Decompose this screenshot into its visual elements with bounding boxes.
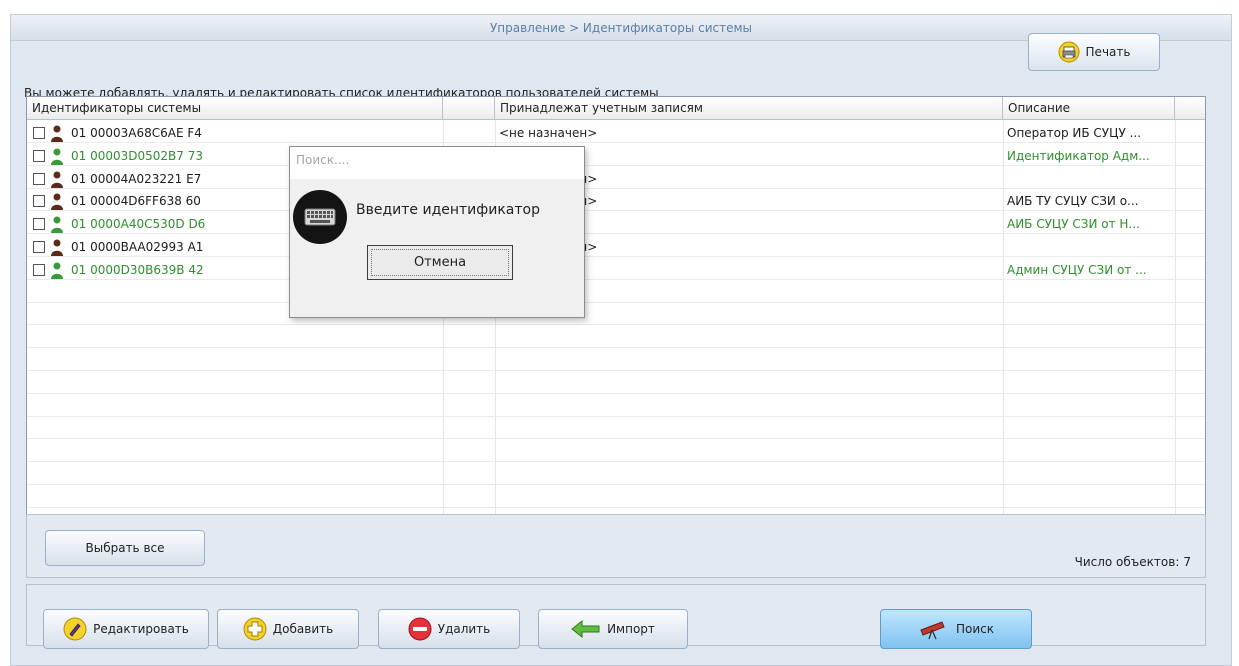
user-icon: [51, 171, 63, 188]
select-all-label: Выбрать все: [85, 541, 165, 555]
search-dialog: Поиск.... Введите идентификатор Отмена: [289, 146, 585, 318]
import-button[interactable]: Импорт: [538, 609, 688, 649]
row-gridline: [27, 484, 1205, 485]
search-dialog-message: Введите идентификатор: [356, 202, 540, 218]
add-button[interactable]: Добавить: [217, 609, 359, 649]
column-header-description[interactable]: Описание: [1003, 97, 1175, 120]
import-button-label: Импорт: [607, 622, 655, 636]
row-gridline: [27, 301, 1205, 303]
object-count-label: Число объектов:: [1074, 555, 1180, 569]
print-button[interactable]: Печать: [1028, 33, 1160, 71]
row-checkbox[interactable]: [33, 127, 45, 139]
selection-panel: Выбрать все Число объектов: 7: [26, 514, 1206, 578]
object-count: Число объектов: 7: [1071, 555, 1191, 569]
minus-icon: [408, 617, 432, 641]
arrow-left-icon: [571, 619, 600, 639]
row-gridline: [27, 392, 1205, 394]
description-cell: АИБ СУЦУ СЗИ от Н...: [1007, 217, 1140, 232]
row-gridline: [27, 415, 1205, 417]
column-header-owners[interactable]: Принадлежат учетным записям: [495, 97, 1003, 120]
table-row[interactable]: 01 00004D6FF638 60<не назначен>АИБ ТУ СУ…: [27, 190, 1205, 212]
owner-cell: <не назначен>: [499, 126, 598, 140]
column-header-identifiers[interactable]: Идентификаторы системы: [27, 97, 443, 120]
focus-ring: [371, 249, 509, 276]
table-row[interactable]: 01 0000A40C530D D6AIB_SCMАИБ СУЦУ СЗИ от…: [27, 213, 1205, 235]
object-count-value: 7: [1183, 555, 1191, 569]
search-dialog-title: Поиск....: [290, 147, 584, 179]
user-icon: [51, 125, 63, 142]
action-panel: Редактировать Добавить Удалить Импорт По…: [26, 584, 1206, 649]
edit-button-label: Редактировать: [93, 622, 189, 636]
keyboard-icon: [293, 190, 347, 244]
delete-button[interactable]: Удалить: [378, 609, 520, 649]
search-button[interactable]: Поиск: [880, 609, 1032, 649]
row-checkbox[interactable]: [33, 195, 45, 208]
delete-button-label: Удалить: [437, 622, 491, 636]
select-all-button[interactable]: Выбрать все: [45, 530, 205, 566]
printer-icon: [1058, 41, 1080, 63]
user-icon: [51, 239, 63, 256]
description-cell: АИБ ТУ СУЦУ СЗИ о...: [1007, 194, 1139, 209]
search-button-label: Поиск: [955, 622, 994, 636]
user-icon: [51, 216, 63, 234]
cancel-button[interactable]: Отмена: [367, 245, 513, 280]
row-gridline: [27, 324, 1205, 326]
pencil-icon: [63, 617, 87, 641]
table-row[interactable]: 01 0000D30B639B 42ADMIN_SCMАдмин СУЦУ СЗ…: [27, 259, 1205, 281]
identifier-cell: 01 00003A68C6AE F4: [71, 126, 202, 140]
description-cell: [1007, 168, 1173, 190]
row-checkbox[interactable]: [33, 172, 45, 185]
telescope-icon: [920, 621, 945, 640]
edit-button[interactable]: Редактировать: [43, 609, 209, 649]
plus-icon: [243, 617, 267, 641]
add-button-label: Добавить: [272, 622, 334, 636]
description-cell: Админ СУЦУ СЗИ от ...: [1007, 262, 1147, 277]
table-row[interactable]: 01 00004A023221 E7<не назначен>: [27, 168, 1205, 190]
identifiers-table[interactable]: Идентификаторы системы Принадлежат учетн…: [26, 96, 1206, 516]
description-cell: Оператор ИБ СУЦУ ...: [1007, 126, 1142, 140]
description-cell: Идентификатор Адм...: [1007, 148, 1150, 163]
row-checkbox[interactable]: [33, 149, 45, 162]
table-row[interactable]: 01 00003D0502B7 73ADMIN_NSHRИдентификато…: [27, 145, 1205, 167]
print-button-label: Печать: [1085, 45, 1131, 59]
row-gridline: [27, 438, 1205, 440]
row-gridline: [27, 370, 1205, 371]
row-checkbox[interactable]: [33, 218, 45, 231]
row-gridline: [27, 347, 1205, 349]
description-cell: [1007, 236, 1173, 258]
user-icon: [51, 262, 63, 279]
row-gridline: [27, 461, 1205, 463]
user-icon: [51, 193, 63, 211]
row-checkbox[interactable]: [33, 263, 45, 276]
row-checkbox[interactable]: [33, 241, 45, 253]
column-header-blank[interactable]: [443, 97, 495, 120]
table-row[interactable]: 01 00003A68C6AE F4 <не назначен> Оператор …: [27, 122, 1205, 144]
table-header: Идентификаторы системы Принадлежат учетн…: [27, 97, 1205, 120]
row-gridline: [27, 506, 1205, 508]
user-icon: [51, 148, 63, 165]
table-row[interactable]: 01 0000BAA02993 A1<не назначен>: [27, 236, 1205, 258]
